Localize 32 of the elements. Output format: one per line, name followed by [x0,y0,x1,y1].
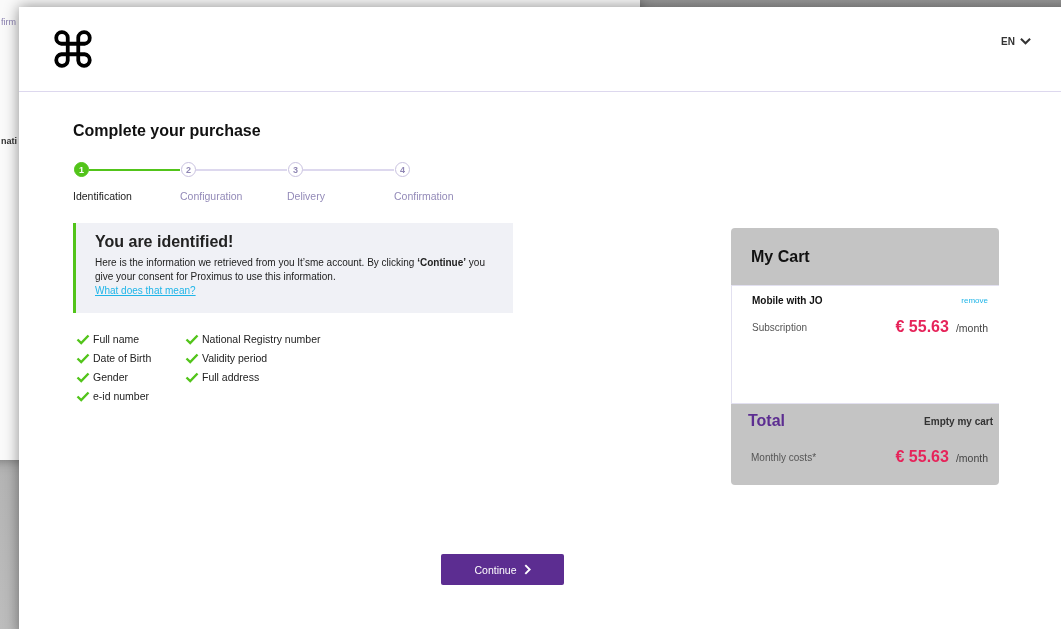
step-label: Confirmation [394,190,455,202]
language-selector[interactable]: EN [1001,35,1031,47]
price: € 55.63 [895,318,949,336]
field-label: National Registry number [202,333,321,345]
page-title: Complete your purchase [73,122,262,140]
chevron-right-icon [523,564,531,575]
step-number: 1 [74,162,89,177]
cart-title: My Cart [751,247,810,266]
step-label: Identification [73,190,133,202]
field-label: Validity period [202,352,268,364]
window-text: firm [1,17,16,27]
field-label: Full name [93,333,140,345]
price: € 55.63 [895,448,949,466]
price-label: Subscription [752,321,808,333]
continue-button[interactable]: Continue [441,554,564,585]
price-period: /month [955,322,988,334]
field-label: e-id number [93,390,150,402]
price-period: /month [955,452,988,464]
logo-icon [52,28,94,70]
chevron-down-icon [1020,37,1031,45]
notice-heading: You are identified! [95,233,235,251]
step-label: Configuration [180,190,244,202]
notice-text: Here is the information we retrieved from you It’sme account. By clicking ‘Continue’ you give your consent for Proximus to use this information. [95,256,486,284]
field-label: Full address [202,371,260,383]
field-label: Date of Birth [93,352,152,364]
price-label: Monthly costs* [751,451,817,463]
window-text: nati [1,136,17,146]
field-label: Gender [93,371,129,383]
product-name: Mobile with JO [752,295,823,306]
step-label: Delivery [287,190,326,202]
total-title: Total [748,412,786,430]
empty-cart-link[interactable]: Empty my cart [924,415,993,427]
